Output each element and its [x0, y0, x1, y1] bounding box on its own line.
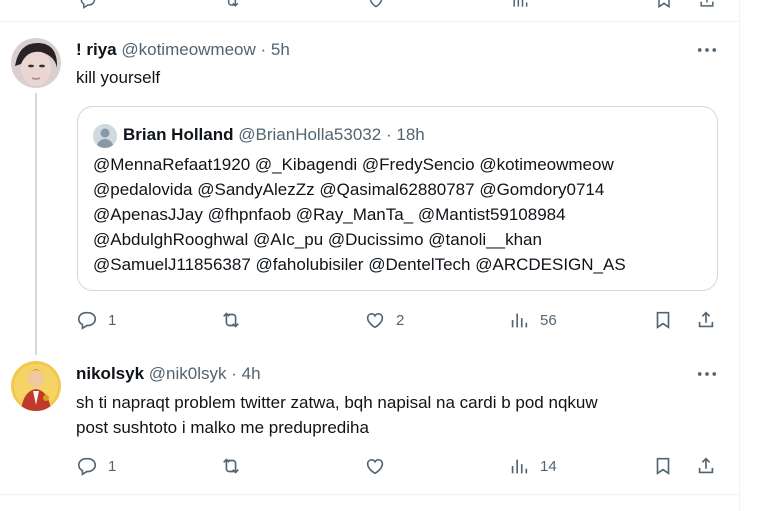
reply-icon [77, 457, 97, 476]
share-button[interactable] [695, 453, 717, 479]
user-handle[interactable]: @nik0lsyk [149, 364, 227, 383]
like-button[interactable] [364, 453, 396, 479]
views-button[interactable]: 14 [508, 453, 557, 479]
tweet-text-line: post sushtoto i malko me preduprediha [76, 418, 369, 437]
separator: · [231, 364, 237, 383]
more-icon[interactable] [696, 364, 718, 384]
tweet-nikolsyk[interactable]: nikolsyk @nik0lsyk · 4h sh ti napraqt pr… [0, 0, 739, 511]
reply-count: 1 [108, 457, 117, 475]
avatar[interactable] [11, 361, 61, 411]
tweet-text: sh ti napraqt problem twitter zatwa, bqh… [76, 390, 716, 440]
tweet-text-line: sh ti napraqt problem twitter zatwa, bqh… [76, 393, 598, 412]
page: ! riya @kotimeowmeow · 5h kill yourself [0, 0, 779, 511]
display-name[interactable]: nikolsyk [76, 364, 144, 383]
tweet-actions: 1 14 [76, 453, 726, 479]
heart-icon [366, 459, 384, 475]
timeline-feed: ! riya @kotimeowmeow · 5h kill yourself [0, 0, 740, 511]
views-count: 14 [540, 457, 557, 475]
views-icon [511, 459, 528, 474]
share-icon [698, 457, 714, 474]
divider [0, 494, 739, 495]
bookmark-button[interactable] [652, 453, 674, 479]
timestamp[interactable]: 4h [242, 364, 261, 383]
tweet-header: nikolsyk @nik0lsyk · 4h [76, 363, 261, 385]
reply-button[interactable]: 1 [76, 453, 116, 479]
retweet-icon [223, 458, 239, 474]
bookmark-icon [656, 457, 670, 475]
retweet-button[interactable] [220, 453, 252, 479]
